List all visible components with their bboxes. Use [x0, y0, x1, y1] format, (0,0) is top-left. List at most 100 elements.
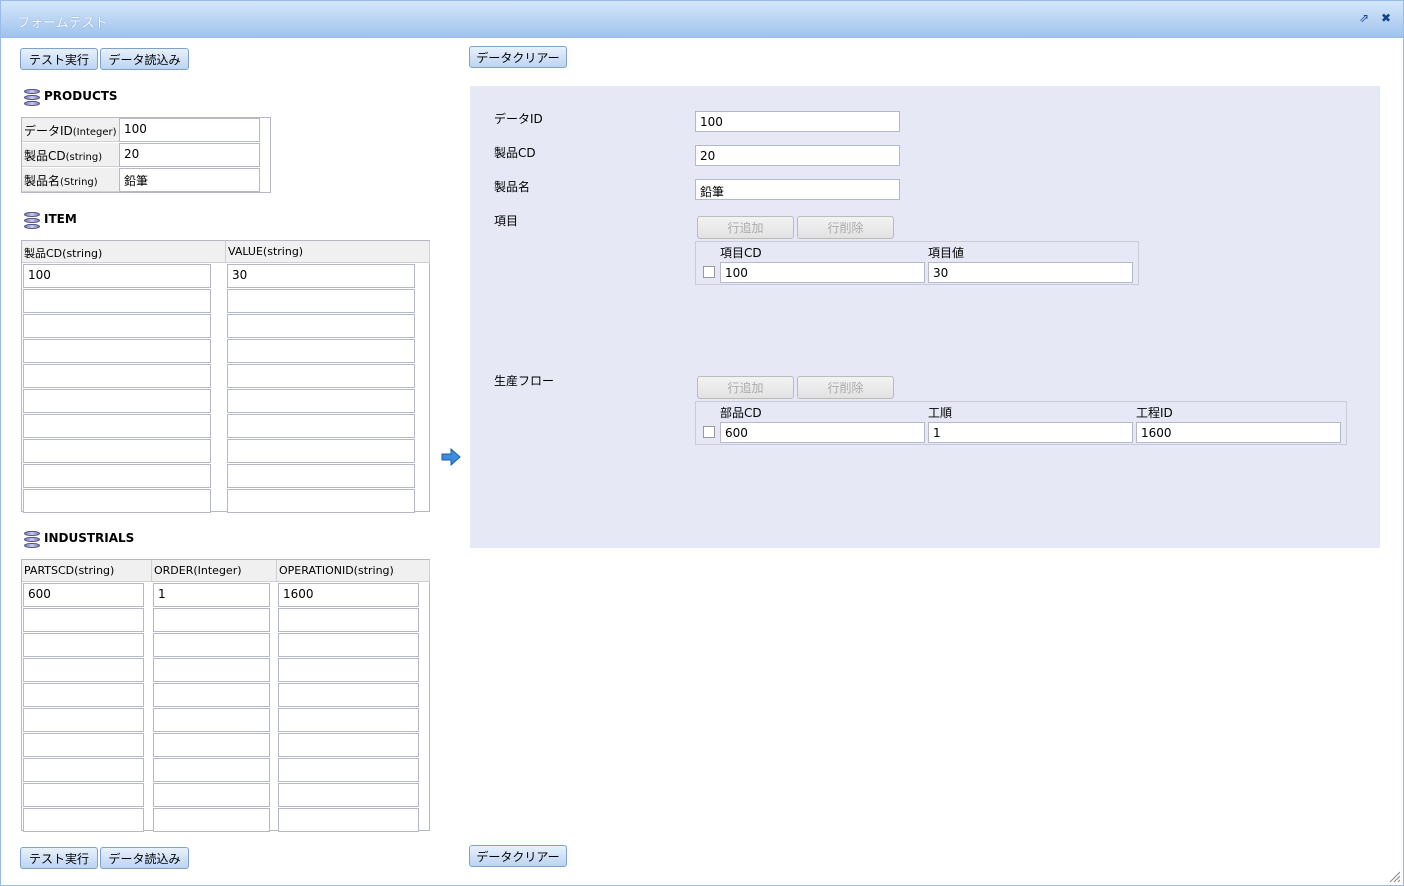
industrials-cell[interactable] [278, 608, 419, 632]
industrials-cell[interactable]: 1600 [278, 583, 419, 607]
product-cd-field[interactable]: 20 [695, 145, 900, 166]
flow-header-operation-id: 工程ID [1136, 406, 1173, 420]
item-header-value: VALUE(string) [226, 241, 430, 263]
industrials-cell[interactable]: 1 [153, 583, 270, 607]
items-add-row-button[interactable]: 行追加 [697, 216, 794, 239]
products-value-data-id[interactable]: 100 [119, 118, 260, 142]
flow-operation-id-field[interactable]: 1600 [1136, 422, 1341, 443]
industrials-cell[interactable] [153, 733, 270, 757]
industrials-cell[interactable] [278, 758, 419, 782]
item-cell[interactable] [227, 364, 415, 388]
data-load-button-top[interactable]: データ読込み [100, 48, 189, 70]
item-cell[interactable] [23, 389, 211, 413]
data-clear-button-bottom[interactable]: データクリアー [469, 845, 567, 867]
industrials-cell[interactable] [278, 708, 419, 732]
industrials-cell[interactable] [23, 708, 144, 732]
resize-grip-icon[interactable] [1389, 871, 1401, 883]
item-header-product-cd: 製品CD(string) [22, 241, 226, 263]
industrials-cell[interactable] [278, 783, 419, 807]
industrials-cell[interactable] [23, 758, 144, 782]
item-cell[interactable] [23, 314, 211, 338]
item-cell[interactable]: 30 [227, 264, 415, 288]
data-load-button-bottom[interactable]: データ読込み [100, 847, 189, 869]
industrials-header-operationid: OPERATIONID(string) [277, 560, 430, 582]
item-cell[interactable] [23, 439, 211, 463]
item-cell[interactable] [227, 314, 415, 338]
flow-header-parts-cd: 部品CD [720, 406, 762, 420]
industrials-cell[interactable] [23, 733, 144, 757]
item-cell[interactable]: 100 [23, 264, 211, 288]
item-cell[interactable] [227, 464, 415, 488]
industrials-cell[interactable] [278, 633, 419, 657]
popout-icon[interactable]: ⇗ [1357, 11, 1371, 25]
data-id-field[interactable]: 100 [695, 111, 900, 132]
industrials-cell[interactable] [23, 783, 144, 807]
products-title: PRODUCTS [44, 89, 118, 103]
industrials-cell[interactable] [153, 708, 270, 732]
industrials-cell[interactable] [153, 808, 270, 832]
data-clear-button-top[interactable]: データクリアー [469, 46, 567, 68]
industrials-cell[interactable] [23, 633, 144, 657]
database-icon [24, 531, 40, 549]
flow-parts-cd-field[interactable]: 600 [720, 422, 925, 443]
form-panel: データID 100 製品CD 20 製品名 鉛筆 項目 行追加 行削除 項目CD… [470, 86, 1380, 548]
item-cell[interactable] [23, 414, 211, 438]
item-cell[interactable] [227, 289, 415, 313]
item-cell[interactable] [23, 364, 211, 388]
industrials-cell[interactable]: 600 [23, 583, 144, 607]
close-icon[interactable]: ✖ [1379, 11, 1393, 25]
test-run-button-top[interactable]: テスト実行 [20, 48, 98, 70]
flow-order-field[interactable]: 1 [928, 422, 1133, 443]
product-name-field[interactable]: 鉛筆 [695, 179, 900, 200]
industrials-cell[interactable] [278, 683, 419, 707]
industrials-cell[interactable] [153, 683, 270, 707]
industrials-cell[interactable] [23, 808, 144, 832]
flow-delete-row-button[interactable]: 行削除 [797, 376, 894, 399]
item-cell[interactable] [227, 389, 415, 413]
title-bar[interactable]: フォームテスト ⇗ ✖ [1, 1, 1403, 38]
form-test-window: フォームテスト ⇗ ✖ テスト実行 データ読込み PRODUCTS データID(… [0, 0, 1404, 886]
items-value-field[interactable]: 30 [928, 262, 1133, 283]
item-cell[interactable] [23, 339, 211, 363]
industrials-cell[interactable] [153, 608, 270, 632]
items-cd-field[interactable]: 100 [720, 262, 925, 283]
industrials-cell[interactable] [278, 808, 419, 832]
industrials-cell[interactable] [153, 783, 270, 807]
products-grid: データID(Integer) 100 製品CD(string) 20 製品名(S… [21, 117, 271, 193]
industrials-cell[interactable] [23, 658, 144, 682]
flow-subtable: 部品CD 工順 工程ID 600 1 1600 [695, 401, 1347, 445]
item-cell[interactable] [23, 489, 211, 513]
industrials-cell[interactable] [153, 658, 270, 682]
flow-add-row-button[interactable]: 行追加 [697, 376, 794, 399]
industrials-cell[interactable] [23, 683, 144, 707]
items-header-cd: 項目CD [720, 246, 762, 260]
industrials-header-order: ORDER(Integer) [152, 560, 277, 582]
test-run-button-bottom[interactable]: テスト実行 [20, 847, 98, 869]
label-items: 項目 [494, 214, 519, 228]
industrials-cell[interactable] [153, 633, 270, 657]
item-cell[interactable] [227, 414, 415, 438]
flow-row-checkbox[interactable] [703, 426, 715, 438]
products-label-product-cd: 製品CD(string) [22, 143, 119, 167]
item-cell[interactable] [227, 489, 415, 513]
items-header-value: 項目値 [928, 246, 965, 260]
industrials-cell[interactable] [278, 733, 419, 757]
label-product-name: 製品名 [494, 180, 531, 194]
items-delete-row-button[interactable]: 行削除 [797, 216, 894, 239]
item-cell[interactable] [227, 339, 415, 363]
industrials-cell[interactable] [23, 608, 144, 632]
industrials-cell[interactable] [278, 658, 419, 682]
industrials-header-partscd: PARTSCD(string) [22, 560, 152, 582]
industrials-cell[interactable] [153, 758, 270, 782]
item-cell[interactable] [23, 464, 211, 488]
items-subtable: 項目CD 項目値 100 30 [695, 241, 1139, 285]
products-value-product-cd[interactable]: 20 [119, 143, 260, 167]
item-cell[interactable] [227, 439, 415, 463]
products-value-product-name[interactable]: 鉛筆 [119, 168, 260, 192]
arrow-right-icon[interactable] [441, 447, 461, 467]
industrials-grid: PARTSCD(string) ORDER(Integer) OPERATION… [21, 559, 430, 832]
items-row-checkbox[interactable] [703, 266, 715, 278]
window-title: フォームテスト [17, 16, 108, 31]
item-cell[interactable] [23, 289, 211, 313]
label-production-flow: 生産フロー [494, 374, 555, 388]
